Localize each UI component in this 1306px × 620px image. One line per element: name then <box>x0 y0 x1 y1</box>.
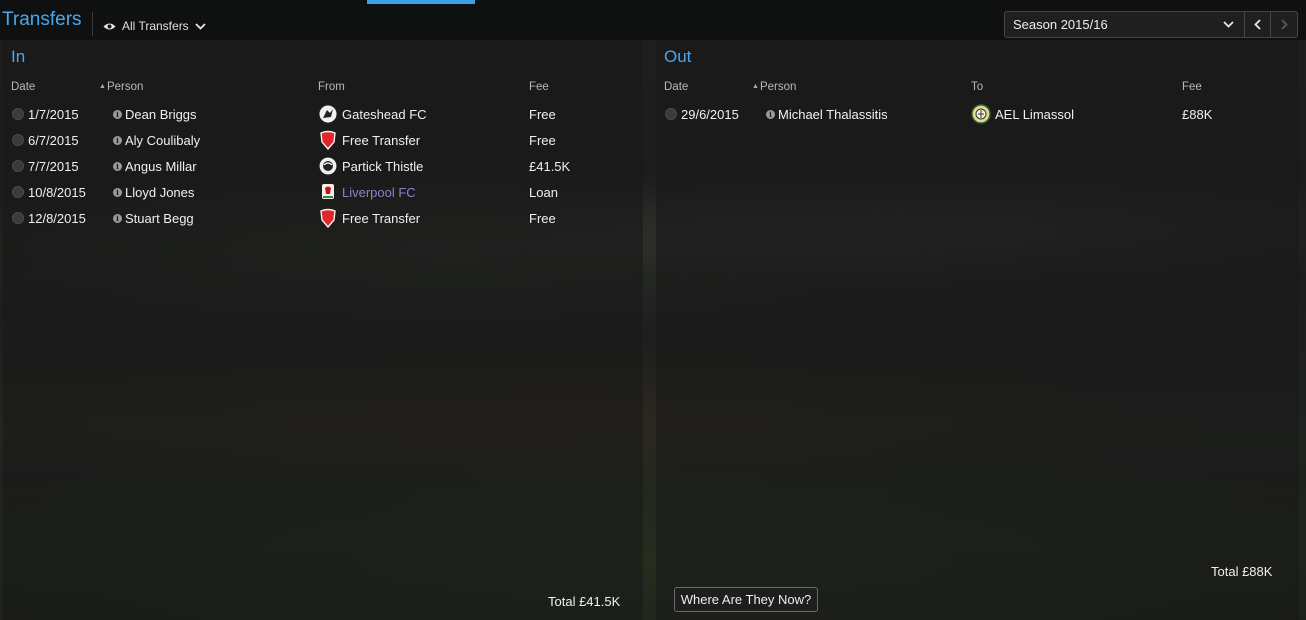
row-person[interactable]: Aly Coulibaly <box>125 133 200 148</box>
sort-ascending-icon: ▲ <box>752 83 759 90</box>
in-fee-header[interactable]: Fee <box>529 81 549 93</box>
row-club[interactable]: AEL Limassol <box>995 107 1074 122</box>
in-from-header[interactable]: From <box>318 81 345 93</box>
title-divider <box>92 12 93 36</box>
info-icon[interactable]: i <box>113 187 122 197</box>
next-season-button[interactable] <box>1271 12 1297 37</box>
row-person[interactable]: Dean Briggs <box>125 107 197 122</box>
status-icon <box>12 134 24 146</box>
info-icon[interactable]: i <box>113 161 122 171</box>
info-icon[interactable]: i <box>766 109 775 119</box>
transfers-out-panel: Out Date ▲Person To Fee 29/6/2015 i Micha… <box>656 40 1299 620</box>
red-shield-icon <box>318 208 338 228</box>
row-fee: Loan <box>529 184 558 200</box>
chevron-down-icon <box>195 22 206 30</box>
out-total: Total £88K <box>1211 564 1273 579</box>
status-icon <box>12 160 24 172</box>
in-panel-title: In <box>11 47 26 66</box>
red-shield-icon <box>318 130 338 150</box>
row-fee: £88K <box>1182 106 1213 122</box>
row-date: 6/7/2015 <box>28 132 79 148</box>
row-date: 29/6/2015 <box>681 106 739 122</box>
row-fee: Free <box>529 210 556 226</box>
status-icon <box>12 212 24 224</box>
out-person-header-label: Person <box>759 81 797 93</box>
liverpool-crest-icon <box>318 182 338 202</box>
chevron-down-icon <box>1223 21 1234 28</box>
in-person-header-label: Person <box>106 81 144 93</box>
in-person-header[interactable]: ▲Person <box>99 81 143 93</box>
out-to-header-label: To <box>971 81 984 93</box>
row-date: 12/8/2015 <box>28 210 86 226</box>
row-date: 1/7/2015 <box>28 106 79 122</box>
transfers-in-panel: In Date ▲Person From Fee 1/7/2015 i Dean … <box>3 40 643 620</box>
out-person-header[interactable]: ▲Person <box>752 81 796 93</box>
out-to-header[interactable]: To <box>971 81 983 93</box>
row-fee: Free <box>529 106 556 122</box>
row-person[interactable]: Angus Millar <box>125 159 197 174</box>
out-date-header-label: Date <box>664 81 689 93</box>
season-label: Season 2015/16 <box>1013 17 1108 32</box>
out-fee-header[interactable]: Fee <box>1182 81 1202 93</box>
gateshead-crest-icon <box>318 104 338 124</box>
season-selector: Season 2015/16 <box>1004 11 1298 38</box>
in-fee-header-label: Fee <box>529 81 549 93</box>
transfer-filter-dropdown[interactable]: All Transfers <box>103 19 206 33</box>
in-from-header-label: From <box>318 81 345 93</box>
in-date-header[interactable]: Date <box>11 81 35 93</box>
row-club[interactable]: Gateshead FC <box>342 107 427 122</box>
chevron-right-icon <box>1280 19 1288 30</box>
info-icon[interactable]: i <box>113 135 122 145</box>
top-bar: Transfers All Transfers Season 2015/16 <box>0 0 1306 40</box>
in-date-header-label: Date <box>11 81 36 93</box>
row-fee: Free <box>529 132 556 148</box>
season-dropdown[interactable]: Season 2015/16 <box>1005 12 1245 37</box>
where-are-they-now-button[interactable]: Where Are They Now? <box>674 587 818 612</box>
row-date: 7/7/2015 <box>28 158 79 174</box>
row-person[interactable]: Lloyd Jones <box>125 185 194 200</box>
eye-icon <box>103 23 116 29</box>
out-date-header[interactable]: Date <box>664 81 688 93</box>
row-date: 10/8/2015 <box>28 184 86 200</box>
row-person[interactable]: Michael Thalassitis <box>778 107 888 122</box>
in-total: Total £41.5K <box>548 594 621 609</box>
out-fee-header-label: Fee <box>1182 81 1202 93</box>
row-person[interactable]: Stuart Begg <box>125 211 194 226</box>
info-icon[interactable]: i <box>113 213 122 223</box>
info-icon[interactable]: i <box>113 109 122 119</box>
filter-label: All Transfers <box>122 19 189 33</box>
active-tab-indicator <box>367 0 475 4</box>
row-fee: £41.5K <box>529 158 571 174</box>
status-icon <box>665 108 677 120</box>
row-club[interactable]: Partick Thistle <box>342 159 423 174</box>
sort-ascending-icon: ▲ <box>99 83 106 90</box>
out-panel-title: Out <box>664 47 692 66</box>
status-icon <box>12 108 24 120</box>
chevron-left-icon <box>1254 19 1261 30</box>
ael-limassol-crest-icon <box>971 104 991 124</box>
page-title: Transfers <box>2 9 82 30</box>
row-club: Free Transfer <box>342 132 421 148</box>
row-club: Free Transfer <box>342 210 421 226</box>
previous-season-button[interactable] <box>1245 12 1271 37</box>
status-icon <box>12 186 24 198</box>
row-club-link[interactable]: Liverpool FC <box>342 185 416 200</box>
partick-thistle-crest-icon <box>318 156 338 176</box>
